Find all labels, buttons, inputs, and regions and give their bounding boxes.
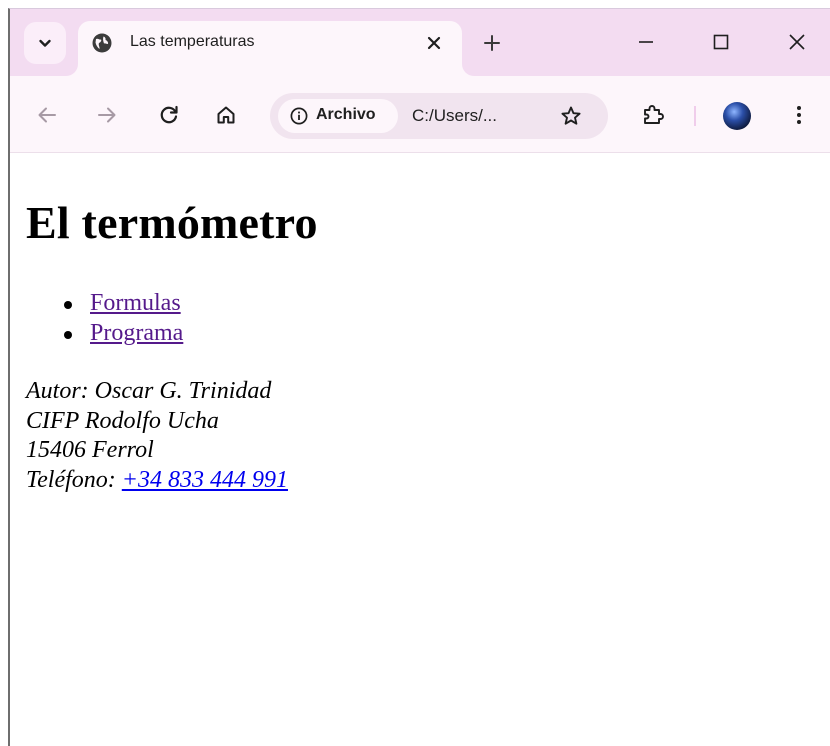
list-item: Programa xyxy=(64,318,830,348)
site-info-label: Archivo xyxy=(316,106,376,123)
url-text[interactable]: C:/Users/... xyxy=(412,106,497,126)
minimize-icon xyxy=(639,41,653,43)
tab-active[interactable]: Las temperaturas xyxy=(78,21,462,76)
site-info-chip[interactable]: Archivo xyxy=(278,99,398,133)
puzzle-icon xyxy=(644,105,664,124)
window-close-button[interactable] xyxy=(782,27,812,57)
author-line: Autor: Oscar G. Trinidad xyxy=(26,378,272,404)
address-bar[interactable]: Archivo C:/Users/... xyxy=(270,93,608,139)
school-line: CIFP Rodolfo Ucha xyxy=(26,407,219,434)
tab-strip: Las temperaturas xyxy=(10,9,830,76)
more-vert-icon xyxy=(797,106,801,124)
forward-button[interactable] xyxy=(92,100,122,130)
extensions-button[interactable] xyxy=(638,100,668,130)
author-address: Autor: Oscar G. Trinidad CIFP Rodolfo Uc… xyxy=(26,377,830,495)
maximize-button[interactable] xyxy=(706,27,736,57)
reload-icon xyxy=(160,105,178,124)
home-icon xyxy=(217,106,235,124)
menu-button[interactable] xyxy=(784,100,814,130)
profile-avatar[interactable] xyxy=(723,102,751,130)
minimize-button[interactable] xyxy=(631,27,661,57)
formulas-link[interactable]: Formulas xyxy=(90,290,181,316)
home-button[interactable] xyxy=(211,100,241,130)
tab-search-button[interactable] xyxy=(24,22,66,64)
arrow-right-icon xyxy=(98,107,116,123)
programa-link[interactable]: Programa xyxy=(90,320,183,346)
toolbar: Archivo C:/Users/... xyxy=(10,76,830,153)
nav-list: Formulas Programa xyxy=(26,288,830,348)
new-tab-button[interactable] xyxy=(478,29,506,57)
reload-button[interactable] xyxy=(154,100,184,130)
close-icon xyxy=(427,36,441,50)
bookmark-button[interactable] xyxy=(558,103,584,129)
page-title: El termómetro xyxy=(26,197,318,248)
info-icon xyxy=(290,107,308,125)
plus-icon xyxy=(484,35,500,51)
phone-link[interactable]: +34 833 444 991 xyxy=(122,467,288,493)
maximize-icon xyxy=(713,34,729,50)
browser-window: Las temperaturas Archivo C:/Users/... El… xyxy=(8,8,830,746)
list-item: Formulas xyxy=(64,288,830,318)
back-button[interactable] xyxy=(32,100,62,130)
tab-close-button[interactable] xyxy=(422,31,446,55)
city-line: 15406 Ferrol xyxy=(26,437,154,463)
star-icon xyxy=(561,106,581,125)
phone-label: Teléfono: xyxy=(26,466,122,493)
tab-title: Las temperaturas xyxy=(130,33,255,50)
arrow-left-icon xyxy=(38,107,56,123)
globe-icon xyxy=(92,33,112,53)
close-icon xyxy=(789,34,805,50)
page-content: El termómetro Formulas Programa Autor: O… xyxy=(10,154,830,746)
chevron-down-icon xyxy=(39,39,51,47)
toolbar-divider xyxy=(694,106,696,126)
